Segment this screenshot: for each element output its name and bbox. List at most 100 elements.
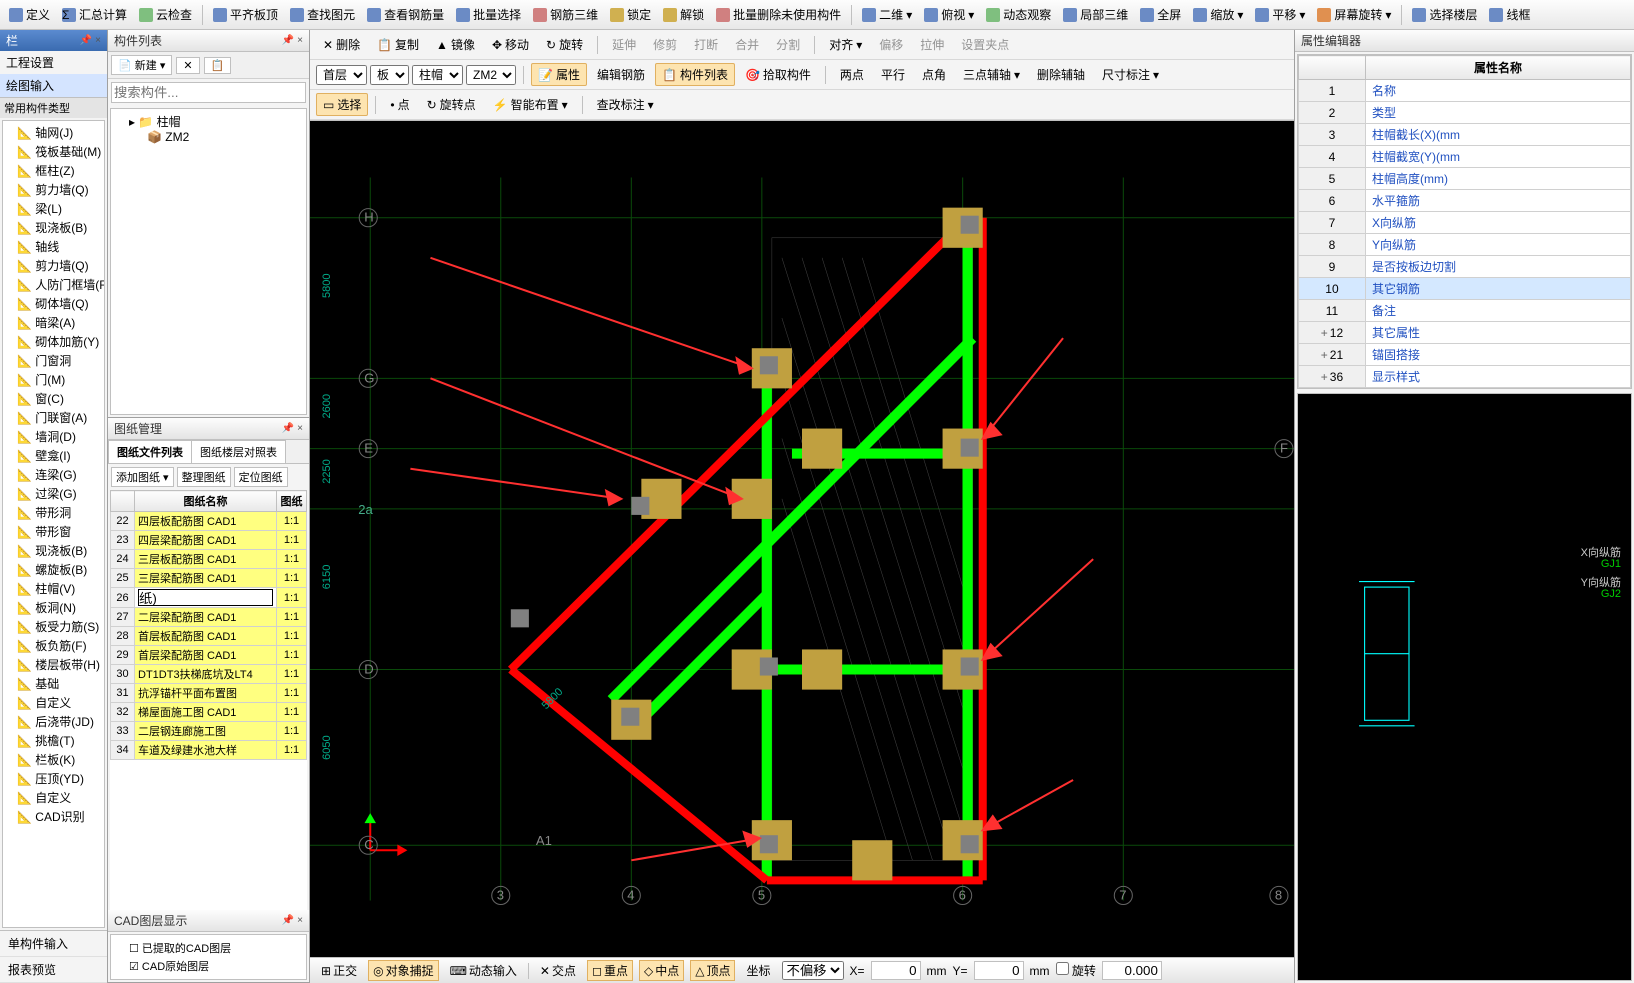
property-row[interactable]: 4柱帽截宽(Y)(mm [1299,146,1631,168]
tree-node-root[interactable]: ▸ 📁 柱帽 [115,113,302,130]
tb-define[interactable]: 定义 [4,4,55,25]
tree-item[interactable]: 📐 框柱(Z) [5,161,102,180]
tree-item[interactable]: 📐 剪力墙(Q) [5,180,102,199]
delete-component-btn[interactable]: ✕ [176,57,199,74]
tree-item[interactable]: 📐 门(M) [5,370,102,389]
rot-check[interactable]: 旋转 [1056,962,1096,979]
property-table[interactable]: 属性名称 1名称2类型3柱帽截长(X)(mm4柱帽截宽(Y)(mm5柱帽高度(m… [1297,54,1632,389]
table-row[interactable]: 27二层梁配筋图 CAD11:1 [111,608,307,627]
property-row[interactable]: 36显示样式 [1299,366,1631,388]
snap-cen[interactable]: ◇ 中点 [639,960,684,981]
ortho-toggle[interactable]: ⊞ 正交 [316,960,362,981]
pin-icon[interactable]: 📌 × [282,423,303,434]
tree-item[interactable]: 📐 现浇板(B) [5,541,102,560]
item-select[interactable]: ZM2 [466,65,516,85]
x-input[interactable] [871,961,921,980]
table-row[interactable]: 23四层梁配筋图 CAD11:1 [111,531,307,550]
del-btn[interactable]: ✕ 删除 [316,33,367,56]
snap-end[interactable]: △ 顶点 [690,960,735,981]
tb-fullscreen[interactable]: 全屏 [1135,4,1186,25]
tb-view-rebar[interactable]: 查看钢筋量 [362,4,449,25]
property-row[interactable]: 5柱帽高度(mm) [1299,168,1631,190]
tree-item[interactable]: 📐 栏板(K) [5,750,102,769]
add-drawing-btn[interactable]: 添加图纸 ▾ [111,467,174,487]
extracted-layer-check[interactable]: ☐ 已提取的CAD图层 [115,939,302,957]
tb-screen-rotate[interactable]: 屏幕旋转 ▾ [1312,4,1396,25]
subtype-select[interactable]: 柱帽 [412,65,463,85]
tree-item[interactable]: 📐 墙洞(D) [5,427,102,446]
tree-item[interactable]: 📐 剪力墙(Q) [5,256,102,275]
tree-item[interactable]: 📐 现浇板(B) [5,218,102,237]
tb-top-view[interactable]: 俯视 ▾ [919,4,979,25]
tb-lock[interactable]: 锁定 [605,4,656,25]
property-row[interactable]: 3柱帽截长(X)(mm [1299,124,1631,146]
tree-item[interactable]: 📐 带形洞 [5,503,102,522]
tb-zoom[interactable]: 缩放 ▾ [1188,4,1248,25]
table-row[interactable]: 30DT1DT3扶梯底坑及LT41:1 [111,665,307,684]
table-row[interactable]: 25三层梁配筋图 CAD11:1 [111,569,307,588]
tree-item[interactable]: 📐 板洞(N) [5,598,102,617]
tb-select-floor[interactable]: 选择楼层 [1407,4,1482,25]
tb-rebar-3d[interactable]: 钢筋三维 [528,4,603,25]
organize-drawing-btn[interactable]: 整理图纸 [177,467,231,487]
tb-wireframe[interactable]: 线框 [1484,4,1535,25]
tree-item[interactable]: 📐 轴网(J) [5,123,102,142]
rotate-btn[interactable]: ↻ 旋转 [539,33,590,56]
point-btn[interactable]: • 点 [383,93,416,116]
tree-item[interactable]: 📐 柱帽(V) [5,579,102,598]
tree-item[interactable]: 📐 壁龛(I) [5,446,102,465]
tree-item[interactable]: 📐 砌体墙(Q) [5,294,102,313]
snap-coord[interactable]: 坐标 [741,960,775,981]
tree-item[interactable]: 📐 窗(C) [5,389,102,408]
dim-btn[interactable]: 尺寸标注 ▾ [1095,63,1166,86]
tree-item[interactable]: 📐 自定义 [5,693,102,712]
tree-item[interactable]: 📐 门窗洞 [5,351,102,370]
select-btn[interactable]: ▭ 选择 [316,93,368,116]
modify-dim-btn[interactable]: 查改标注 ▾ [590,93,661,116]
table-row[interactable]: 24三层板配筋图 CAD11:1 [111,550,307,569]
tree-item[interactable]: 📐 人防门框墙(RF) [5,275,102,294]
component-type-tree[interactable]: 📐 轴网(J)📐 筏板基础(M)📐 框柱(Z)📐 剪力墙(Q)📐 梁(L)📐 现… [2,120,105,928]
nav-project-settings[interactable]: 工程设置 [0,51,107,74]
rot-input[interactable] [1102,961,1162,980]
original-layer-check[interactable]: ☑ CAD原始图层 [115,957,302,975]
tab-floor-map[interactable]: 图纸楼层对照表 [191,440,286,463]
property-row[interactable]: 6水平箍筋 [1299,190,1631,212]
table-row[interactable]: 261:1 [111,588,307,608]
move-btn[interactable]: ✥ 移动 [485,33,536,56]
tb-2d[interactable]: 二维 ▾ [857,4,917,25]
tree-item[interactable]: 📐 板受力筋(S) [5,617,102,636]
edit-rebar-btn[interactable]: 编辑钢筋 [590,63,652,86]
smart-btn[interactable]: ⚡ 智能布置 ▾ [486,93,575,116]
tree-item[interactable]: 📐 楼层板带(H) [5,655,102,674]
snap-int[interactable]: ✕ 交点 [535,960,581,981]
two-point-btn[interactable]: 两点 [833,63,871,86]
tb-pan[interactable]: 平移 ▾ [1250,4,1310,25]
tb-local-3d[interactable]: 局部三维 [1058,4,1133,25]
tree-item[interactable]: 📐 门联窗(A) [5,408,102,427]
property-row[interactable]: 11备注 [1299,300,1631,322]
property-row[interactable]: 10其它钢筋 [1299,278,1631,300]
pin-icon[interactable]: 📌 × [80,35,101,46]
component-tree[interactable]: ▸ 📁 柱帽 📦 ZM2 [110,108,307,415]
tb-orbit[interactable]: 动态观察 [981,4,1056,25]
table-row[interactable]: 28首层板配筋图 CAD11:1 [111,627,307,646]
single-input-btn[interactable]: 单构件输入 [0,931,107,957]
new-component-btn[interactable]: 📄 新建 ▾ [111,55,172,75]
tb-find[interactable]: 查找图元 [285,4,360,25]
property-row[interactable]: 1名称 [1299,80,1631,102]
tree-item[interactable]: 📐 挑檐(T) [5,731,102,750]
snap-mid[interactable]: ◻ 重点 [587,960,633,981]
property-row[interactable]: 9是否按板边切割 [1299,256,1631,278]
search-input[interactable] [111,82,306,103]
property-row[interactable]: 21锚固搭接 [1299,344,1631,366]
tree-item[interactable]: 📐 暗梁(A) [5,313,102,332]
tb-sum[interactable]: Σ汇总计算 [57,4,132,25]
del-aux-btn[interactable]: 删除辅轴 [1030,63,1092,86]
tree-item[interactable]: 📐 基础 [5,674,102,693]
tree-item[interactable]: 📐 后浇带(JD) [5,712,102,731]
table-row[interactable]: 22四层板配筋图 CAD11:1 [111,512,307,531]
tree-node-child[interactable]: 📦 ZM2 [115,130,302,144]
floor-select[interactable]: 首层 [316,65,367,85]
tb-cloud[interactable]: 云检查 [134,4,197,25]
